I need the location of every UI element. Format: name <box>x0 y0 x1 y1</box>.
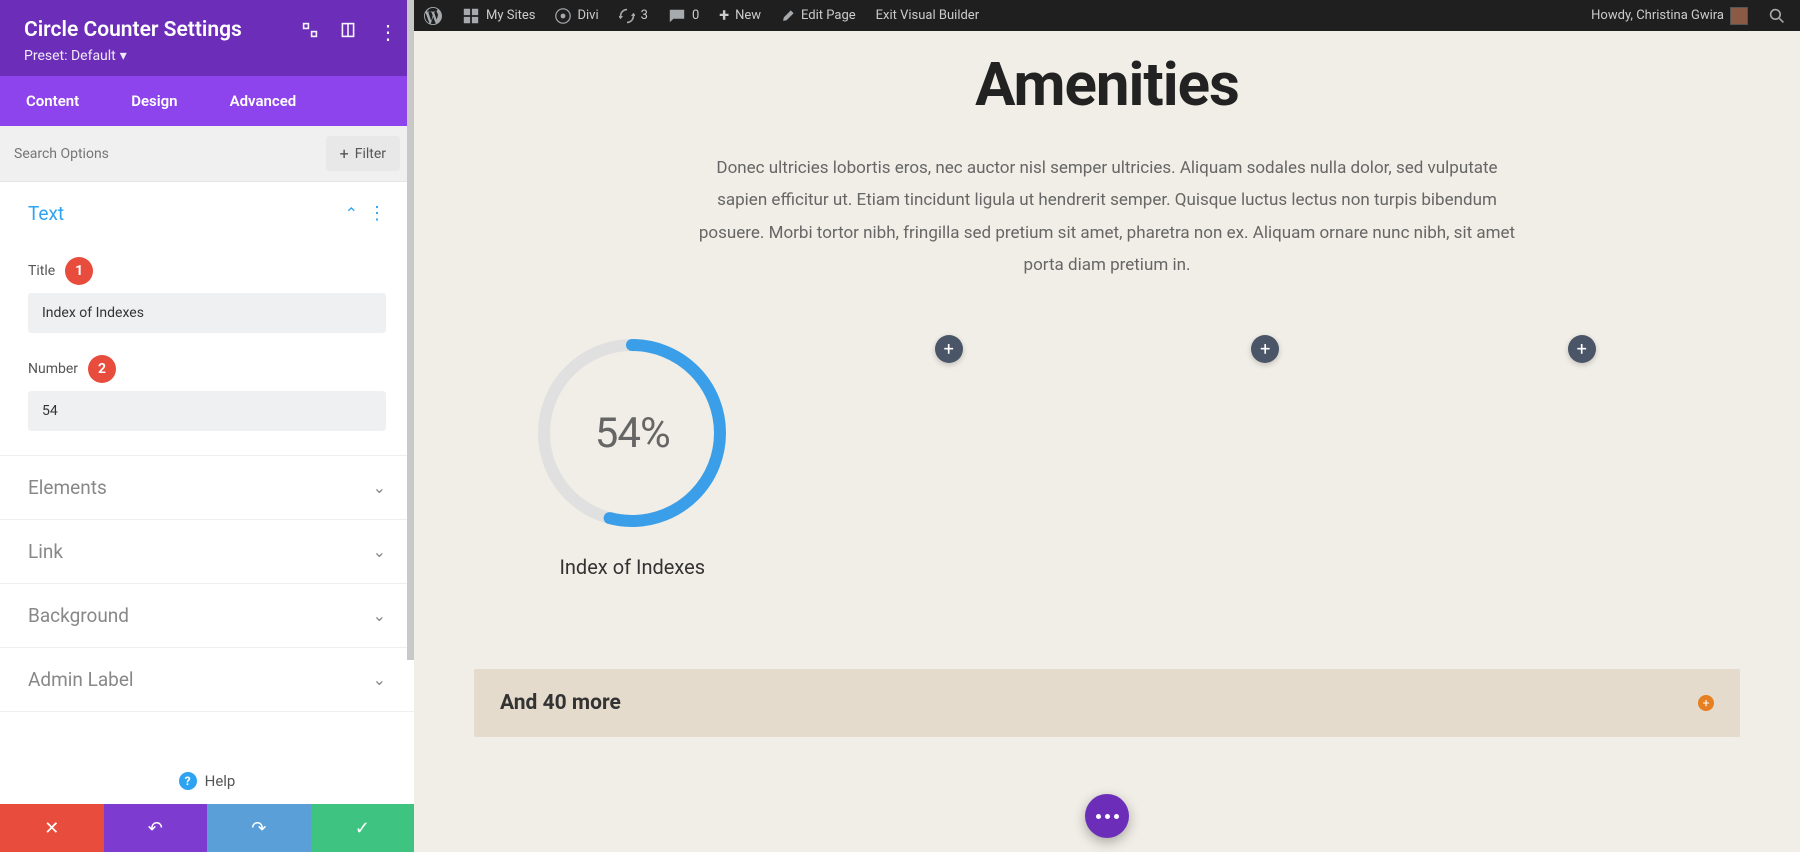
edit-page-label: Edit Page <box>801 8 856 23</box>
filter-button[interactable]: + Filter <box>326 136 400 171</box>
section-text-header[interactable]: Text ⌃ ⋮ <box>0 182 414 245</box>
chevron-down-icon: ⌄ <box>373 542 386 561</box>
help-link[interactable]: ? Help <box>0 758 414 804</box>
add-module-button[interactable]: + <box>935 335 963 363</box>
save-button[interactable]: ✓ <box>311 804 415 852</box>
builder-fab[interactable] <box>1085 794 1129 838</box>
scrollbar[interactable] <box>407 0 414 660</box>
responsive-icon[interactable] <box>340 22 356 42</box>
redo-button[interactable]: ↷ <box>207 804 311 852</box>
filter-label: Filter <box>355 146 386 162</box>
section-text-title: Text <box>28 202 64 225</box>
section-link-title: Link <box>28 540 63 563</box>
accordion-plus-icon: + <box>1698 695 1714 711</box>
section-link-header[interactable]: Link ⌄ <box>0 520 414 583</box>
column-3: + <box>1107 335 1424 579</box>
new-label: New <box>735 8 761 23</box>
add-module-button[interactable]: + <box>1568 335 1596 363</box>
chevron-down-icon: ⌄ <box>373 670 386 689</box>
page-paragraph: Donec ultricies lobortis eros, nec aucto… <box>692 152 1522 281</box>
settings-tabs: Content Design Advanced <box>0 76 414 126</box>
comments-count: 0 <box>692 8 699 23</box>
howdy-label: Howdy, Christina Gwira <box>1591 8 1724 23</box>
section-admin-label-title: Admin Label <box>28 668 134 691</box>
my-sites-label: My Sites <box>486 8 535 23</box>
chevron-down-icon: ⌄ <box>373 606 386 625</box>
search-options-row: + Filter <box>0 126 414 182</box>
circle-percent: 54% <box>534 335 730 531</box>
add-module-button[interactable]: + <box>1251 335 1279 363</box>
account-menu[interactable]: Howdy, Christina Gwira <box>1581 0 1754 31</box>
section-elements-header[interactable]: Elements ⌄ <box>0 456 414 519</box>
help-label: Help <box>205 772 236 790</box>
updates-count: 3 <box>641 8 648 23</box>
section-background-title: Background <box>28 604 129 627</box>
wp-logo[interactable] <box>414 0 452 31</box>
badge-2: 2 <box>88 355 116 383</box>
my-sites-menu[interactable]: My Sites <box>452 0 545 31</box>
more-icon[interactable]: ⋮ <box>378 22 398 42</box>
new-menu[interactable]: + New <box>709 0 771 31</box>
title-field[interactable] <box>28 293 386 333</box>
chevron-up-icon: ⌃ <box>345 204 358 223</box>
number-field-label: Number <box>28 361 78 377</box>
admin-search[interactable] <box>1762 0 1792 31</box>
chevron-down-icon: ⌄ <box>373 478 386 497</box>
number-field[interactable] <box>28 391 386 431</box>
title-field-label: Title <box>28 263 55 279</box>
site-menu[interactable]: Divi <box>545 0 608 31</box>
search-input[interactable] <box>14 146 326 162</box>
page-preview: Amenities Donec ultricies lobortis eros,… <box>414 31 1800 852</box>
column-4: + <box>1424 335 1741 579</box>
sidebar-header: Circle Counter Settings Preset: Default▾… <box>0 0 414 76</box>
section-admin-label-header[interactable]: Admin Label ⌄ <box>0 648 414 711</box>
circle-counter-title: Index of Indexes <box>559 555 705 579</box>
chevron-down-icon: ▾ <box>120 48 127 64</box>
more-icon[interactable]: ⋮ <box>368 203 386 224</box>
tab-design[interactable]: Design <box>105 76 203 126</box>
expand-icon[interactable] <box>302 22 318 42</box>
section-background-header[interactable]: Background ⌄ <box>0 584 414 647</box>
footer-buttons: ✕ ↶ ↷ ✓ <box>0 804 414 852</box>
settings-sidebar: Circle Counter Settings Preset: Default▾… <box>0 0 414 852</box>
exit-vb-label: Exit Visual Builder <box>876 8 979 23</box>
exit-visual-builder[interactable]: Exit Visual Builder <box>866 0 989 31</box>
column-1: 54% Index of Indexes <box>474 335 791 579</box>
updates-menu[interactable]: 3 <box>609 0 658 31</box>
plus-icon: + <box>340 144 349 163</box>
column-2: + <box>791 335 1108 579</box>
wp-admin-bar: My Sites Divi 3 0 + New Edit Page Exit Vi… <box>414 0 1800 31</box>
avatar <box>1730 7 1748 25</box>
edit-page-menu[interactable]: Edit Page <box>771 0 866 31</box>
accordion-more-label: And 40 more <box>500 691 621 715</box>
help-icon: ? <box>179 772 197 790</box>
circle-counter[interactable]: 54% <box>534 335 730 531</box>
site-label: Divi <box>577 8 598 23</box>
plus-icon: + <box>719 5 729 26</box>
badge-1: 1 <box>65 257 93 285</box>
preset-label: Preset: Default <box>24 48 116 64</box>
cancel-button[interactable]: ✕ <box>0 804 104 852</box>
tab-content[interactable]: Content <box>0 76 105 126</box>
tab-advanced[interactable]: Advanced <box>204 76 323 126</box>
page-heading: Amenities <box>414 49 1800 120</box>
comments-menu[interactable]: 0 <box>658 0 709 31</box>
preset-selector[interactable]: Preset: Default▾ <box>24 48 390 64</box>
undo-button[interactable]: ↶ <box>104 804 208 852</box>
section-elements-title: Elements <box>28 476 107 499</box>
accordion-more[interactable]: And 40 more + <box>474 669 1740 737</box>
